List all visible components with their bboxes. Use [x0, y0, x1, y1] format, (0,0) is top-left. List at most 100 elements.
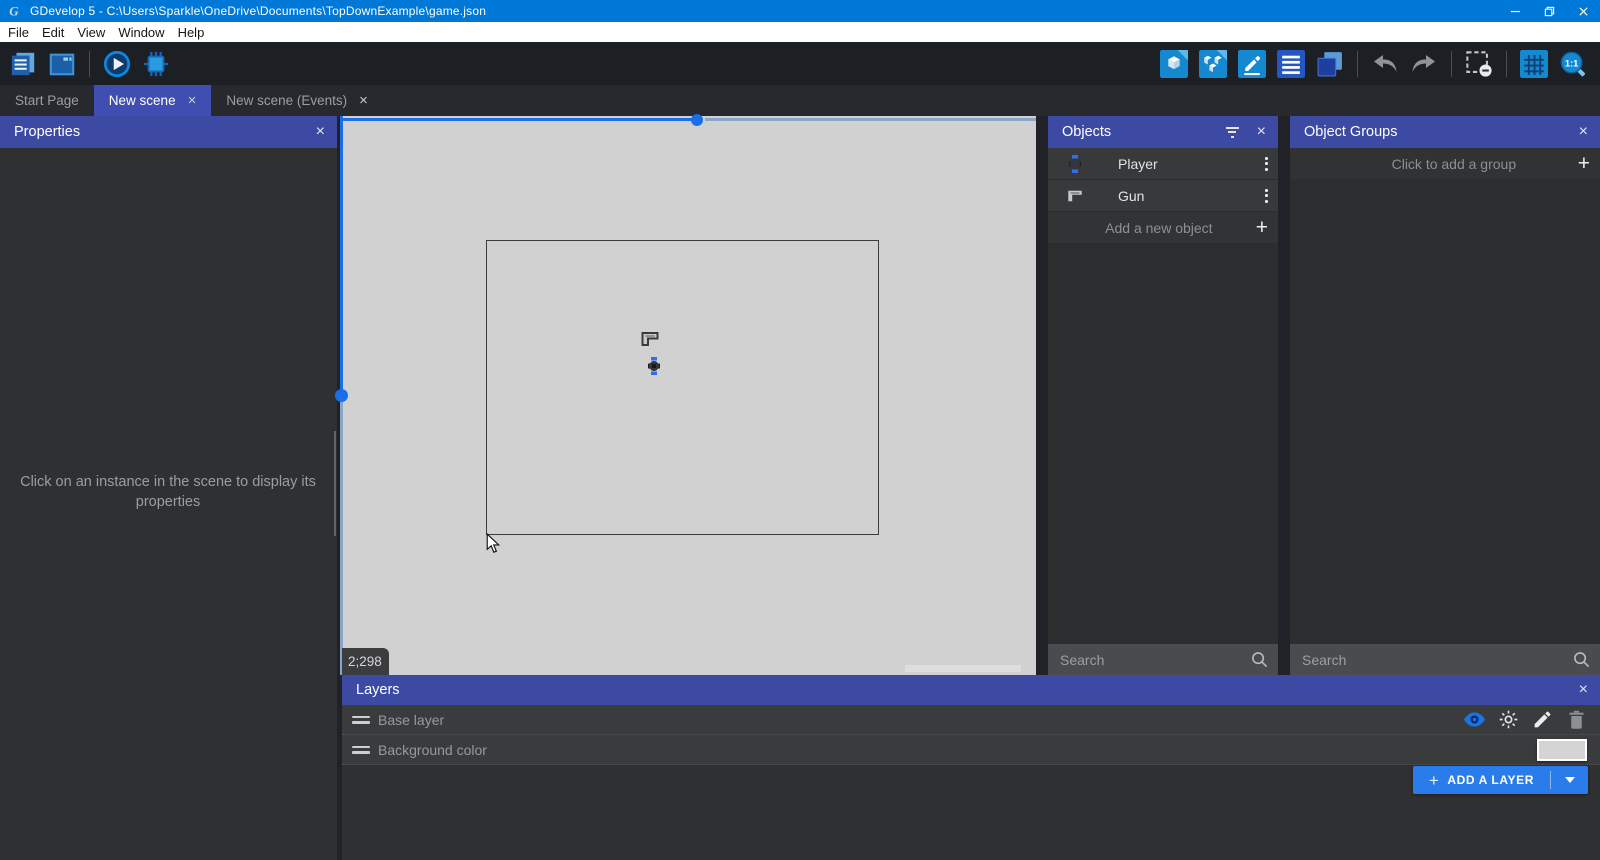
editor-tab-bar: Start Page New scene × New scene (Events… — [0, 85, 1600, 116]
close-object-groups-icon[interactable]: × — [1579, 123, 1588, 141]
canvas-hscrollbar-thumb[interactable] — [691, 114, 703, 126]
object-groups-panel-title: Object Groups — [1304, 124, 1398, 140]
panel-splitter[interactable] — [1278, 116, 1290, 675]
preview-play-button[interactable] — [102, 49, 132, 79]
layer-effects-icon[interactable] — [1498, 709, 1519, 730]
groups-search-input[interactable] — [1302, 651, 1573, 668]
restore-icon — [1544, 6, 1554, 16]
close-icon — [1578, 6, 1588, 16]
toolbar-divider — [1357, 50, 1358, 77]
scene-window-bounds — [486, 240, 879, 535]
toggle-objects-panel-button[interactable] — [1159, 49, 1189, 79]
tab-new-scene[interactable]: New scene × — [93, 85, 212, 116]
add-new-object-button[interactable]: Add a new object + — [1048, 212, 1278, 243]
background-color-swatch[interactable] — [1537, 738, 1587, 761]
zoom-reset-button[interactable]: 1:1 — [1558, 49, 1588, 79]
minimize-button[interactable] — [1498, 0, 1532, 22]
toolbar-divider — [1451, 50, 1452, 77]
toggle-grid-button[interactable] — [1519, 49, 1549, 79]
plus-icon: + — [1255, 216, 1268, 239]
object-name: Gun — [1118, 187, 1145, 204]
properties-panel-header: Properties × — [0, 116, 337, 148]
properties-scrollbar[interactable] — [334, 431, 336, 536]
canvas-vscrollbar[interactable] — [340, 116, 343, 392]
add-a-layer-button[interactable]: + ADD A LAYER — [1412, 766, 1588, 794]
add-layer-dropdown-button[interactable] — [1551, 766, 1588, 794]
tab-close-icon[interactable]: × — [188, 93, 197, 108]
canvas-hscrollbar-track[interactable] — [705, 118, 1036, 121]
add-group-button[interactable]: Click to add a group + — [1290, 148, 1600, 179]
chevron-down-icon — [1564, 777, 1575, 783]
menu-item-edit[interactable]: Edit — [42, 25, 73, 40]
objects-cube-icon — [1160, 49, 1188, 78]
layers-panel-title: Layers — [356, 682, 400, 698]
clear-selection-button[interactable] — [1464, 49, 1494, 79]
canvas-vscrollbar-thumb[interactable] — [335, 389, 348, 402]
toolbar-divider — [1506, 50, 1507, 77]
tab-label: Start Page — [15, 93, 79, 108]
canvas-hscrollbar[interactable] — [342, 118, 700, 121]
instances-list-button[interactable] — [1315, 49, 1345, 79]
layer-delete-trash-icon[interactable] — [1566, 709, 1587, 730]
objects-search-input[interactable] — [1060, 651, 1251, 668]
player-object-icon — [1069, 154, 1081, 173]
object-groups-cubes-icon — [1199, 49, 1227, 78]
close-properties-icon[interactable]: × — [316, 123, 325, 141]
window-title: GDevelop 5 - C:\Users\Sparkle\OneDrive\D… — [30, 4, 487, 18]
play-icon — [103, 50, 131, 77]
plus-icon: + — [1428, 770, 1440, 790]
canvas-vscrollbar-track[interactable] — [340, 400, 343, 675]
filter-icon[interactable] — [1225, 126, 1239, 138]
menu-item-view[interactable]: View — [77, 25, 114, 40]
menu-item-file[interactable]: File — [8, 25, 38, 40]
toggle-object-groups-panel-button[interactable] — [1198, 49, 1228, 79]
close-objects-icon[interactable]: × — [1257, 123, 1266, 141]
objects-panel-header: Objects × — [1048, 116, 1278, 148]
objects-search-bar — [1048, 644, 1278, 675]
svg-text:G: G — [9, 4, 19, 19]
drag-handle-icon[interactable] — [352, 745, 370, 754]
layer-name: Background color — [378, 741, 487, 758]
groups-search-bar — [1290, 644, 1600, 675]
layer-row-background-color[interactable]: Background color — [342, 735, 1600, 765]
tab-new-scene-events[interactable]: New scene (Events) × — [211, 85, 383, 116]
debug-button[interactable] — [141, 49, 171, 79]
toolbar-right-group: 1:1 — [1159, 49, 1588, 79]
object-name: Player — [1118, 155, 1158, 172]
add-group-label: Click to add a group — [1391, 155, 1517, 172]
project-manager-button[interactable] — [8, 49, 38, 79]
menu-bar: File Edit View Window Help — [0, 22, 1600, 42]
menu-item-window[interactable]: Window — [118, 25, 173, 40]
drag-handle-icon[interactable] — [352, 715, 370, 724]
properties-panel: Properties × Click on an instance in the… — [0, 116, 337, 860]
layer-edit-pencil-icon[interactable] — [1532, 709, 1553, 730]
panel-splitter[interactable] — [1036, 116, 1048, 675]
tab-start-page[interactable]: Start Page — [0, 85, 94, 116]
restore-button[interactable] — [1532, 0, 1566, 22]
title-bar: G GDevelop 5 - C:\Users\Sparkle\OneDrive… — [0, 0, 1600, 22]
object-row-gun[interactable]: Gun — [1048, 180, 1278, 211]
undo-button[interactable] — [1370, 49, 1400, 79]
scene-editor-canvas[interactable]: 2;298 — [335, 114, 1036, 675]
canvas-bottom-scrollbar[interactable] — [905, 665, 1021, 672]
window-view-button[interactable] — [47, 49, 77, 79]
menu-item-help[interactable]: Help — [178, 25, 214, 40]
plus-icon: + — [1577, 152, 1590, 175]
player-instance[interactable] — [647, 357, 661, 375]
toggle-layers-panel-button[interactable] — [1276, 49, 1306, 79]
object-menu-icon[interactable] — [1265, 156, 1268, 171]
object-row-player[interactable]: Player — [1048, 148, 1278, 179]
gun-instance[interactable] — [641, 331, 659, 347]
redo-button[interactable] — [1409, 49, 1439, 79]
close-layers-icon[interactable]: × — [1579, 681, 1588, 699]
layer-visibility-eye-icon[interactable] — [1464, 709, 1485, 730]
tab-close-icon[interactable]: × — [359, 93, 368, 108]
layer-row-base[interactable]: Base layer — [342, 705, 1600, 735]
object-menu-icon[interactable] — [1265, 188, 1268, 203]
gun-object-icon — [1066, 188, 1084, 203]
window-controls — [1498, 0, 1600, 22]
toggle-properties-panel-button[interactable] — [1237, 49, 1267, 79]
add-layer-label: ADD A LAYER — [1447, 773, 1534, 787]
mouse-cursor — [486, 533, 500, 553]
close-button[interactable] — [1566, 0, 1600, 22]
